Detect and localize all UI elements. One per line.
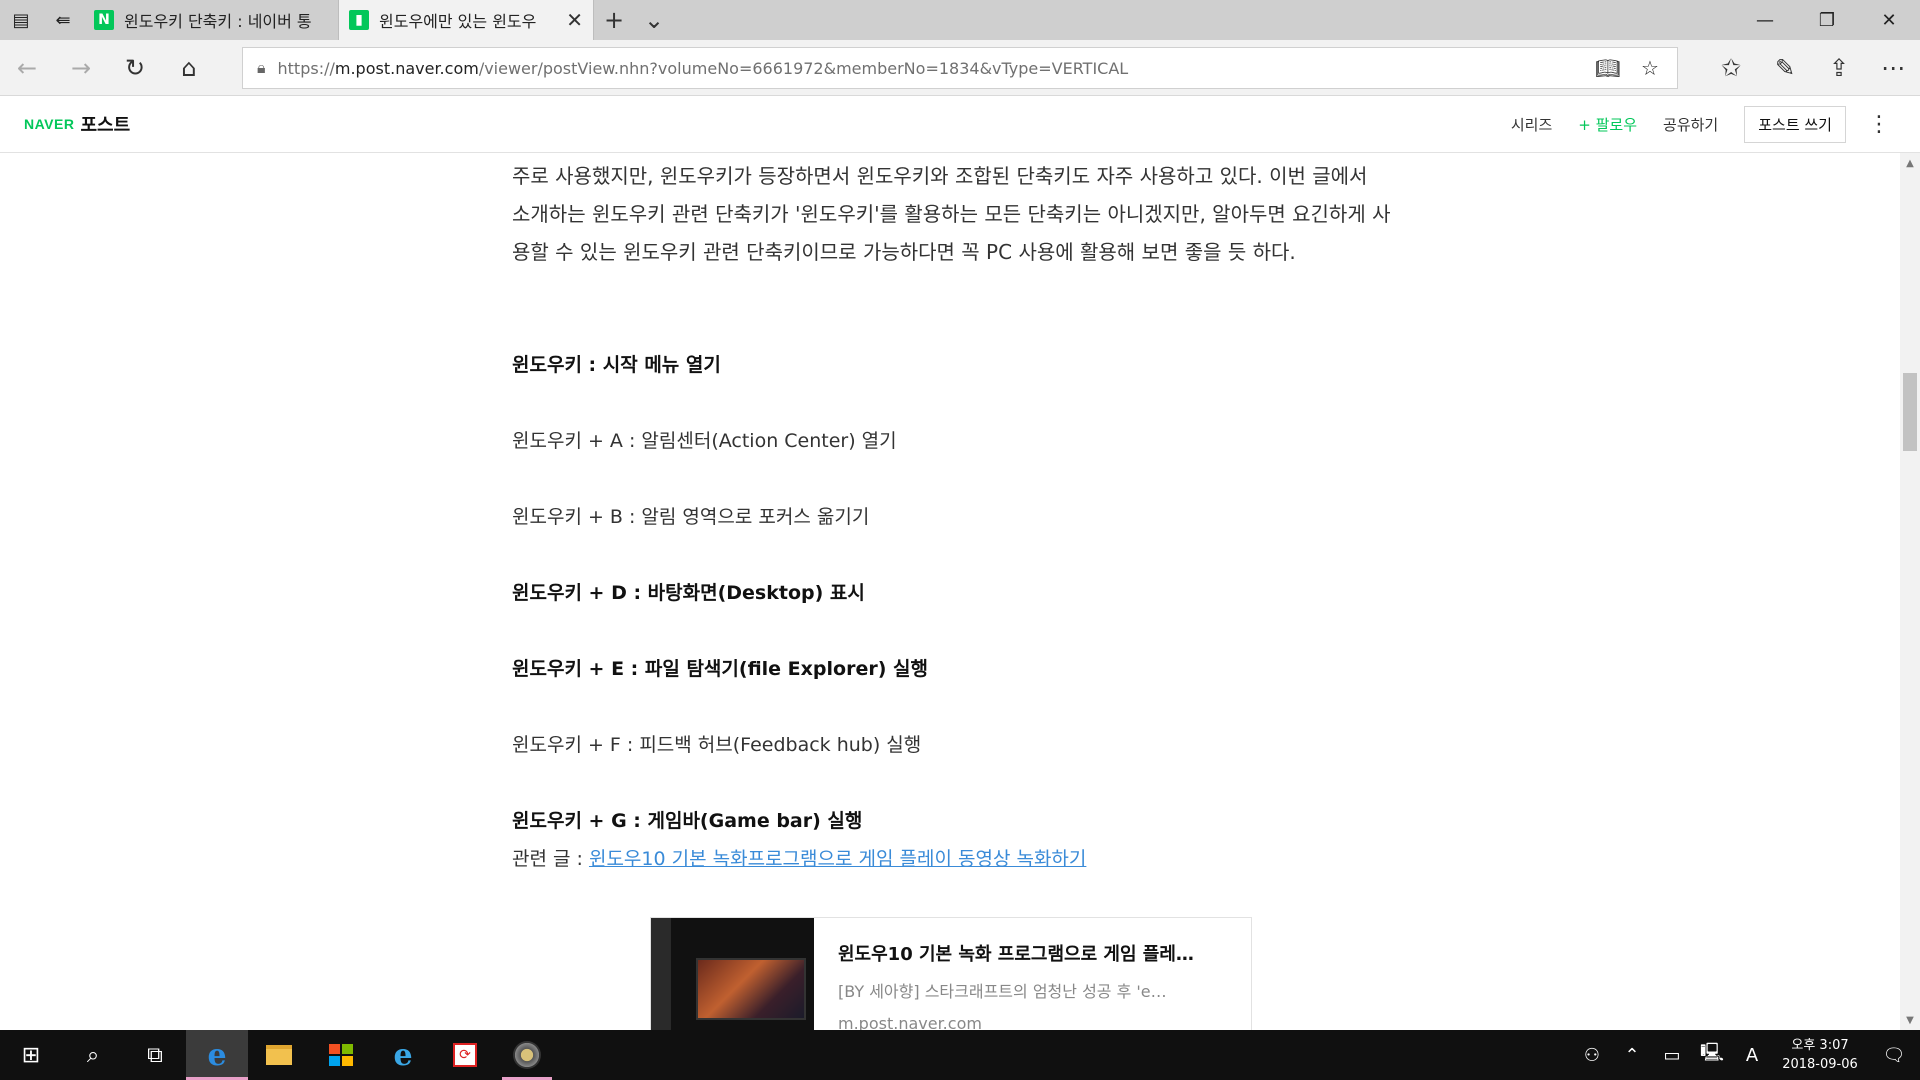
vertical-scrollbar[interactable]: ▲ ▼ [1900,153,1920,1030]
edge-icon[interactable]: e [186,1030,248,1080]
shortcut-line: 윈도우키 + G : 게임바(Game bar) 실행 [512,810,863,832]
shortcut-line: 윈도우키 + D : 바탕화면(Desktop) 표시 [512,582,865,604]
link-preview-card[interactable]: 윈도우10 기본 녹화 프로그램으로 게임 플레… [BY 세아향] 스타크래프… [650,917,1252,1037]
card-title: 윈도우10 기본 녹화 프로그램으로 게임 플레… [838,944,1194,965]
pen-icon[interactable]: ✎ [1758,40,1812,96]
sync-app-icon[interactable]: ⟳ [434,1030,496,1080]
store-icon[interactable] [310,1030,372,1080]
shortcut-line: 윈도우키 + F : 피드백 허브(Feedback hub) 실행 [512,734,922,756]
lock-icon: 🔒︎ [257,58,266,77]
gear-glyph [513,1041,541,1069]
store-glyph [329,1044,353,1066]
clock-time: 오후 3:07 [1791,1038,1849,1053]
network-icon[interactable]: 🖳︎ [1692,1040,1732,1070]
windows-icon[interactable]: ⊞ [0,1030,62,1080]
favorites-icon[interactable]: ✩ [1704,40,1758,96]
folder-icon[interactable] [248,1030,310,1080]
article-body: 주로 사용했지만, 윈도우키가 등장하면서 윈도우키와 조합된 단축키도 자주 … [512,153,1392,1037]
close-window-icon[interactable]: ✕ [1858,0,1920,40]
tab-windows-only[interactable]: ▮ 윈도우에만 있는 윈도우 ✕ [339,0,594,40]
url-host: m.post.naver.com [334,58,479,78]
series-link[interactable]: 시리즈 [1511,114,1552,135]
browser-navigation-bar: ← → ↻ ⌂ 🔒︎ https://m.post.naver.com/view… [0,40,1920,96]
share-link[interactable]: 공유하기 [1663,114,1718,135]
follow-button[interactable]: + 팔로우 [1578,114,1637,135]
related-article: 관련 글 : 윈도우10 기본 녹화프로그램으로 게임 플레이 동영상 녹화하기 [512,844,1086,871]
shortcut-line: 윈도우키 + A : 알림센터(Action Center) 열기 [512,430,897,452]
thumbnail-screen [696,958,806,1020]
home-icon[interactable]: ⌂ [162,40,216,96]
notification-icon[interactable]: 🗨︎ [1868,1045,1920,1066]
card-thumbnail [651,918,814,1036]
tab-title: 윈도우에만 있는 윈도우 [379,12,537,31]
naver-post-favicon-icon: ▮ [349,10,369,30]
refresh-icon[interactable]: ↻ [108,40,162,96]
ie-logo: e [393,1037,413,1073]
window-controls: — ❐ ✕ [1734,0,1920,40]
folder-glyph [266,1045,292,1065]
card-body: 윈도우10 기본 녹화 프로그램으로 게임 플레… [BY 세아향] 스타크래프… [814,918,1251,1036]
minimize-icon[interactable]: — [1734,0,1796,40]
article-paragraph: 주로 사용했지만, 윈도우키가 등장하면서 윈도우키와 조합된 단축키도 자주 … [512,164,1391,264]
scroll-down-icon[interactable]: ▼ [1900,1010,1920,1030]
thumbnail-frame [651,918,671,1036]
close-icon[interactable]: ✕ [566,8,583,32]
tab-list-icon[interactable]: ▤ [0,0,42,40]
restore-icon[interactable]: ❐ [1796,0,1858,40]
shortcut-line: 윈도우키 : 시작 메뉴 열기 [512,354,721,376]
naver-post-logo[interactable]: NAVER 포스트 [24,111,130,137]
system-tray: ⚇ ⌃ ▭ 🖳︎ A 오후 3:07 2018-09-06 🗨︎ [1572,1030,1920,1080]
star-icon[interactable]: ☆ [1631,49,1669,87]
url-path: /viewer/postView.nhn?volumeNo=6661972&me… [478,58,1129,78]
shortcut-line: 윈도우키 + B : 알림 영역으로 포커스 옮기기 [512,506,870,528]
naver-favicon-icon: N [94,10,114,30]
related-article-link[interactable]: 윈도우10 기본 녹화프로그램으로 게임 플레이 동영상 녹화하기 [589,848,1086,870]
task-view-icon[interactable]: ⧉ [124,1030,186,1080]
plus-icon[interactable]: + [594,0,634,40]
more-vertical-icon[interactable]: ⋮ [1868,112,1890,137]
url-scheme: https:// [277,58,335,78]
logo-naver: NAVER [24,116,75,132]
scroll-thumb[interactable] [1903,373,1917,451]
tab-title: 윈도우키 단축키 : 네이버 통 [124,12,312,31]
post-header: NAVER 포스트 시리즈 + 팔로우 공유하기 포스트 쓰기 ⋮ [0,96,1920,153]
related-prefix: 관련 글 : [512,848,589,870]
settings-app-icon[interactable] [496,1030,558,1080]
shortcut-line: 윈도우키 + E : 파일 탐색기(file Explorer) 실행 [512,658,928,680]
people-icon[interactable]: ⚇ [1572,1045,1612,1066]
set-aside-tabs-icon[interactable]: ⇚ [42,0,84,40]
search-icon[interactable]: ⌕ [62,1030,124,1080]
card-description: [BY 세아향] 스타크래프트의 엄청난 성공 후 'e… [838,982,1167,1001]
tab-naver-shortcuts[interactable]: N 윈도우키 단축키 : 네이버 통 [84,0,339,40]
browser-tab-bar: ▤ ⇚ N 윈도우키 단축키 : 네이버 통 ▮ 윈도우에만 있는 윈도우 ✕ … [0,0,1920,40]
logo-post: 포스트 [80,115,131,136]
back-icon[interactable]: ← [0,40,54,96]
share-icon[interactable]: ⇪ [1812,40,1866,96]
sync-glyph: ⟳ [453,1043,477,1067]
forward-icon[interactable]: → [54,40,108,96]
chevron-down-icon[interactable]: ⌄ [634,0,674,40]
chevron-up-icon[interactable]: ⌃ [1612,1045,1652,1066]
more-icon[interactable]: ⋯ [1866,40,1920,96]
edge-logo: e [207,1037,227,1073]
clock-date: 2018-09-06 [1782,1057,1858,1072]
battery-icon[interactable]: ▭ [1652,1045,1692,1066]
write-post-button[interactable]: 포스트 쓰기 [1744,105,1846,143]
windows-taskbar: ⊞ ⌕ ⧉ e e ⟳ ⚇ ⌃ ▭ 🖳︎ A 오후 3:07 2018-09-0… [0,1030,1920,1080]
scroll-up-icon[interactable]: ▲ [1900,153,1920,173]
address-bar[interactable]: 🔒︎ https://m.post.naver.com/viewer/postV… [242,47,1678,89]
reading-view-icon[interactable]: 📖︎ [1589,49,1627,87]
clock[interactable]: 오후 3:07 2018-09-06 [1772,1036,1868,1074]
ime-indicator[interactable]: A [1732,1045,1772,1066]
ie-icon[interactable]: e [372,1030,434,1080]
